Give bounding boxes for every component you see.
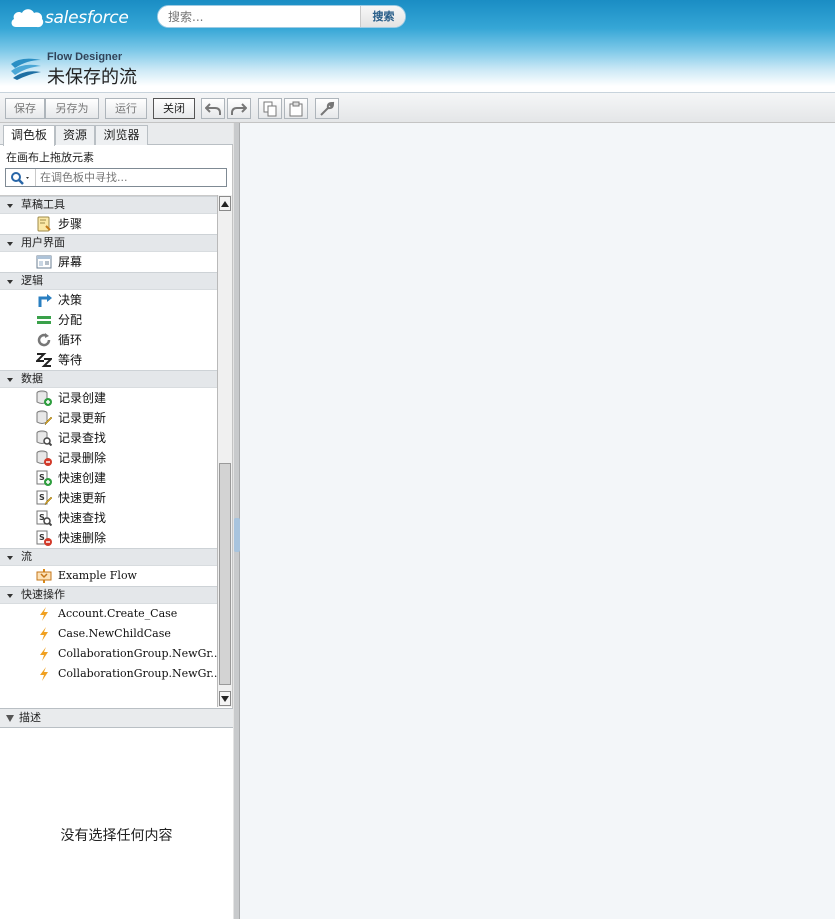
redo-button[interactable] <box>227 98 251 119</box>
record-update-icon <box>36 410 52 426</box>
svg-text:S: S <box>39 493 45 502</box>
left-panel: 调色板 资源 浏览器 在画布上拖放元素 草稿工具 步骤 用户界面 屏幕 逻辑 <box>0 123 233 919</box>
section-data[interactable]: 数据 <box>0 370 217 388</box>
tab-resources[interactable]: 资源 <box>55 125 95 145</box>
lightning-icon <box>40 607 48 621</box>
palette-item-record-delete[interactable]: 记录删除 <box>0 448 217 468</box>
subflow-icon <box>36 569 52 583</box>
section-draft-tools[interactable]: 草稿工具 <box>0 196 217 214</box>
tab-explorer[interactable]: 浏览器 <box>95 125 148 145</box>
panel-tabs: 调色板 资源 浏览器 <box>0 123 233 146</box>
section-logic[interactable]: 逻辑 <box>0 272 217 290</box>
svg-text:S: S <box>39 533 45 542</box>
toolbar: 保存 另存为 运行 关闭 <box>0 92 835 123</box>
lightning-icon <box>40 647 48 661</box>
settings-button[interactable] <box>315 98 339 119</box>
section-flow[interactable]: 流 <box>0 548 217 566</box>
palette-search <box>5 168 227 187</box>
paste-icon <box>289 101 303 116</box>
palette-item-quick-action[interactable]: Case.NewChildCase <box>0 624 217 644</box>
global-search-input[interactable] <box>158 6 360 27</box>
lightning-icon <box>40 667 48 681</box>
flow-designer-logo-icon <box>11 58 41 80</box>
section-quick-actions[interactable]: 快速操作 <box>0 586 217 604</box>
palette-item-step[interactable]: 步骤 <box>0 214 217 234</box>
palette-item-loop[interactable]: 循环 <box>0 330 217 350</box>
palette-item-record-lookup[interactable]: 记录查找 <box>0 428 217 448</box>
palette-item-quick-action[interactable]: CollaborationGroup.NewGr... <box>0 644 217 664</box>
wrench-icon <box>320 101 335 116</box>
fast-update-icon: S <box>36 490 52 506</box>
global-search: 搜索 <box>157 5 406 28</box>
description-empty-text: 没有选择任何内容 <box>60 828 173 844</box>
record-delete-icon <box>36 450 52 466</box>
svg-text:S: S <box>39 473 45 482</box>
brand-name: salesforce <box>45 8 129 28</box>
lightning-icon <box>40 627 48 641</box>
palette-item-quick-action[interactable]: Account.Create_Case <box>0 604 217 624</box>
run-button[interactable]: 运行 <box>105 98 147 119</box>
record-create-icon <box>36 390 52 406</box>
search-icon <box>10 171 29 185</box>
arrow-up-icon <box>221 200 229 207</box>
palette-item-wait[interactable]: 等待 <box>0 350 217 370</box>
description-header[interactable]: 描述 <box>0 708 233 728</box>
fast-delete-icon: S <box>36 530 52 546</box>
panel-splitter[interactable] <box>233 123 240 919</box>
salesforce-cloud-icon <box>11 9 44 28</box>
palette-scrollbar[interactable] <box>217 195 232 707</box>
palette-item-fast-create[interactable]: S 快速创建 <box>0 468 217 488</box>
page-title: 未保存的流 <box>47 67 137 88</box>
search-button[interactable]: 搜索 <box>360 6 405 27</box>
arrow-down-icon <box>221 695 229 702</box>
palette-item-fast-update[interactable]: S 快速更新 <box>0 488 217 508</box>
palette-item-example-flow[interactable]: Example Flow <box>0 566 217 586</box>
palette-item-record-update[interactable]: 记录更新 <box>0 408 217 428</box>
paste-button[interactable] <box>284 98 308 119</box>
copy-button[interactable] <box>258 98 282 119</box>
palette-item-fast-lookup[interactable]: S 快速查找 <box>0 508 217 528</box>
scroll-thumb[interactable] <box>219 463 231 685</box>
scroll-down-button[interactable] <box>219 691 231 706</box>
fast-create-icon: S <box>36 470 52 486</box>
redo-icon <box>231 102 247 115</box>
palette-hint: 在画布上拖放元素 <box>6 151 94 164</box>
palette-item-screen[interactable]: 屏幕 <box>0 252 217 272</box>
save-button[interactable]: 保存 <box>5 98 45 119</box>
copy-icon <box>263 101 277 116</box>
palette-item-record-create[interactable]: 记录创建 <box>0 388 217 408</box>
undo-button[interactable] <box>201 98 225 119</box>
description-panel: 没有选择任何内容 <box>0 728 233 919</box>
tab-palette[interactable]: 调色板 <box>3 125 55 146</box>
palette-item-decision[interactable]: 决策 <box>0 290 217 310</box>
palette-list: 草稿工具 步骤 用户界面 屏幕 逻辑 决策 分配 循环 等待 数据 记录创建 记… <box>0 195 217 707</box>
search-filter-button[interactable] <box>6 169 36 186</box>
app-subtitle: Flow Designer <box>47 51 123 63</box>
undo-icon <box>205 102 221 115</box>
fast-lookup-icon: S <box>36 510 52 526</box>
step-icon <box>37 216 51 232</box>
palette-item-fast-delete[interactable]: S 快速删除 <box>0 528 217 548</box>
palette-item-assignment[interactable]: 分配 <box>0 310 217 330</box>
save-as-button[interactable]: 另存为 <box>45 98 99 119</box>
salesforce-logo[interactable]: salesforce <box>10 5 129 33</box>
decision-icon <box>38 294 52 307</box>
palette-search-input[interactable] <box>40 169 225 186</box>
palette-item-quick-action[interactable]: CollaborationGroup.NewGr... <box>0 664 217 684</box>
loop-icon <box>37 333 51 347</box>
global-header: salesforce 搜索 Flow Designer 未保存的流 <box>0 0 835 92</box>
scroll-up-button[interactable] <box>219 196 231 211</box>
screen-icon <box>36 255 52 269</box>
close-button[interactable]: 关闭 <box>153 98 195 119</box>
flow-canvas[interactable] <box>240 123 835 919</box>
collapse-triangle-icon <box>6 715 14 722</box>
wait-icon <box>36 353 52 367</box>
record-lookup-icon <box>36 430 52 446</box>
section-user-interface[interactable]: 用户界面 <box>0 234 217 252</box>
assignment-icon <box>37 316 51 324</box>
